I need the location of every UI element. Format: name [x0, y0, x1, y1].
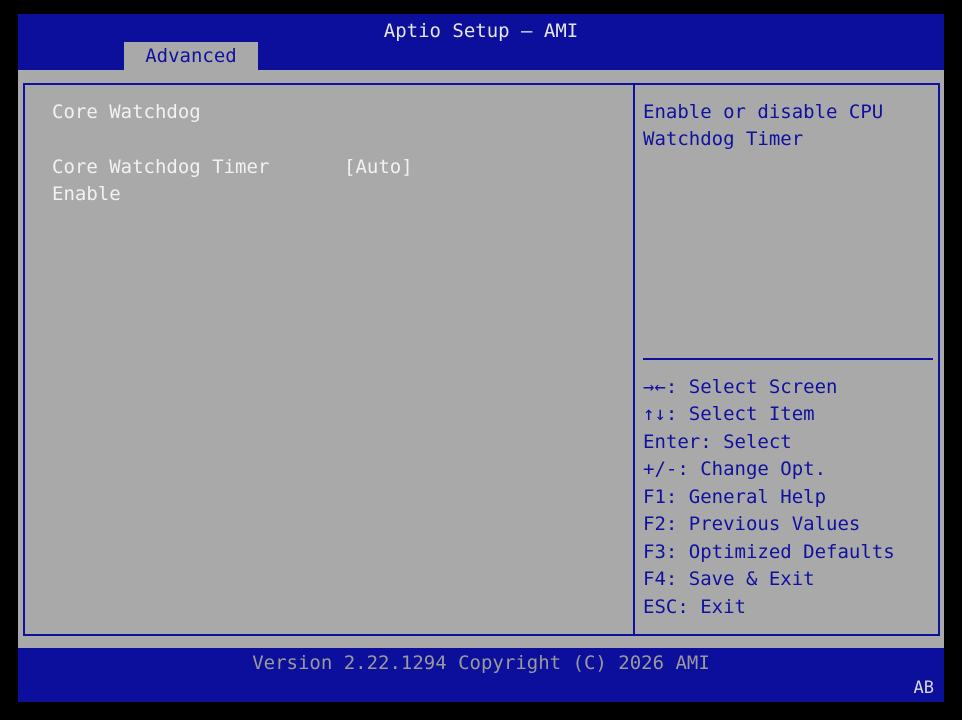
- setting-value[interactable]: [Auto]: [344, 154, 413, 181]
- title-bar: Aptio Setup – AMI Advanced: [18, 14, 944, 70]
- key-legend-item: Enter: Select: [643, 431, 792, 453]
- help-text-line: Enable or disable CPU: [643, 101, 884, 123]
- key-legend-item: F4: Save & Exit: [643, 568, 815, 590]
- status-bar: Version 2.22.1294 Copyright (C) 2026 AMI…: [18, 648, 944, 702]
- key-legend-item: →←: Select Screen: [643, 376, 838, 398]
- help-divider: [643, 358, 933, 360]
- bios-screen: Aptio Setup – AMI Advanced Core Watchdog…: [0, 0, 962, 720]
- key-legend-item: F2: Previous Values: [643, 513, 861, 535]
- key-legend-item: F3: Optimized Defaults: [643, 541, 895, 563]
- version-text: Version 2.22.1294 Copyright (C) 2026 AMI: [252, 652, 710, 674]
- content-area: Core Watchdog Core Watchdog Timer Enable…: [18, 70, 944, 648]
- app-title: Aptio Setup – AMI: [383, 20, 579, 42]
- ab-badge: AB: [913, 678, 934, 698]
- key-legend-item: ↑↓: Select Item: [643, 403, 815, 425]
- setting-label-continued: Enable: [52, 183, 121, 205]
- key-legend-item: F1: General Help: [643, 486, 827, 508]
- help-text-line: Watchdog Timer: [643, 128, 804, 150]
- key-legend-item: +/-: Change Opt.: [643, 458, 827, 480]
- setting-label: Core Watchdog Timer: [52, 156, 270, 178]
- tab-advanced[interactable]: Advanced: [124, 42, 258, 70]
- key-legend-item: ESC: Exit: [643, 596, 746, 618]
- section-title: Core Watchdog: [52, 101, 201, 123]
